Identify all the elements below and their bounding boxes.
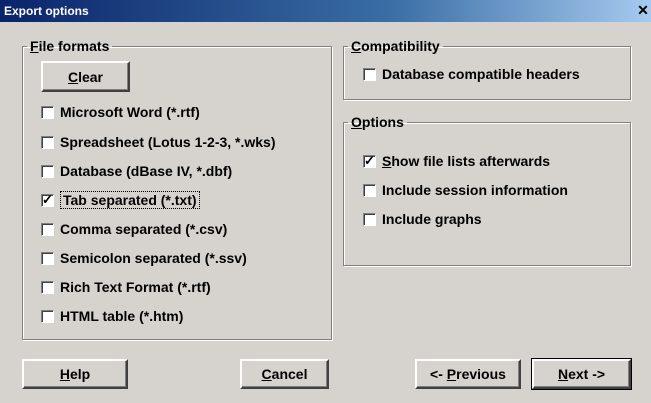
- options-legend: Options: [351, 114, 404, 130]
- title-bar: Export options ✕: [0, 0, 651, 22]
- checkbox-include-graphs[interactable]: Include graphs: [363, 209, 482, 229]
- checkbox-box[interactable]: [41, 222, 54, 236]
- clear-button-label: Clear: [67, 68, 104, 85]
- checkbox-microsoft-word[interactable]: Microsoft Word (*.rtf): [41, 102, 200, 122]
- next-button-label: Next ->: [557, 366, 606, 382]
- checkbox-box[interactable]: [363, 183, 376, 197]
- cancel-button[interactable]: Cancel: [240, 359, 329, 389]
- checkbox-tab-separated[interactable]: ✓ Tab separated (*.txt): [41, 190, 200, 210]
- checkbox-label: Comma separated (*.csv): [60, 221, 228, 237]
- checkbox-box[interactable]: [41, 105, 54, 119]
- previous-button[interactable]: <- Previous: [415, 359, 521, 389]
- checkbox-box[interactable]: [41, 135, 54, 149]
- checkbox-spreadsheet[interactable]: Spreadsheet (Lotus 1-2-3, *.wks): [41, 132, 276, 152]
- help-button-label: Help: [59, 366, 91, 382]
- window-title: Export options: [4, 4, 89, 18]
- checkbox-comma-separated[interactable]: Comma separated (*.csv): [41, 219, 227, 239]
- checkbox-label: Include session information: [382, 182, 568, 198]
- checkbox-box[interactable]: [363, 212, 376, 226]
- compatibility-legend: Compatibility: [351, 38, 440, 54]
- next-button[interactable]: Next ->: [531, 358, 632, 390]
- checkbox-label: Database (dBase IV, *.dbf): [60, 163, 233, 179]
- checkbox-box[interactable]: [41, 251, 54, 265]
- help-button[interactable]: Help: [22, 359, 128, 389]
- checkbox-box[interactable]: [41, 280, 54, 294]
- checkbox-show-file-lists[interactable]: ✓ Show file lists afterwards: [363, 151, 550, 171]
- checkbox-box[interactable]: ✓: [41, 191, 54, 207]
- checkbox-label: Include graphs: [382, 211, 482, 227]
- checkbox-rich-text-format[interactable]: Rich Text Format (*.rtf): [41, 277, 211, 297]
- checkbox-database[interactable]: Database (dBase IV, *.dbf): [41, 161, 232, 181]
- checkbox-label: Microsoft Word (*.rtf): [60, 104, 200, 120]
- checkbox-label: Database compatible headers: [382, 66, 580, 82]
- checkbox-database-compatible-headers[interactable]: Database compatible headers: [363, 64, 580, 84]
- checkbox-semicolon-separated[interactable]: Semicolon separated (*.ssv): [41, 248, 247, 268]
- clear-button[interactable]: Clear: [41, 61, 130, 92]
- check-icon: ✓: [42, 191, 53, 207]
- checkbox-label: Tab separated (*.txt): [60, 191, 200, 209]
- checkbox-label: Rich Text Format (*.rtf): [60, 279, 211, 295]
- close-icon[interactable]: ✕: [635, 2, 651, 18]
- previous-button-label: <- Previous: [430, 366, 506, 382]
- checkbox-label: HTML table (*.htm): [60, 308, 184, 324]
- checkbox-html-table[interactable]: HTML table (*.htm): [41, 306, 183, 326]
- checkbox-box[interactable]: [41, 164, 54, 178]
- file-formats-legend: File formats: [30, 38, 110, 54]
- checkbox-label: Spreadsheet (Lotus 1-2-3, *.wks): [60, 134, 276, 150]
- cancel-button-label: Cancel: [261, 366, 308, 382]
- checkbox-box[interactable]: [363, 67, 376, 81]
- checkbox-box[interactable]: [41, 309, 54, 323]
- checkbox-label: Show file lists afterwards: [382, 153, 551, 169]
- checkbox-include-session-information[interactable]: Include session information: [363, 180, 568, 200]
- check-icon: ✓: [364, 152, 375, 168]
- checkbox-box[interactable]: ✓: [363, 152, 376, 168]
- checkbox-label: Semicolon separated (*.ssv): [60, 250, 247, 266]
